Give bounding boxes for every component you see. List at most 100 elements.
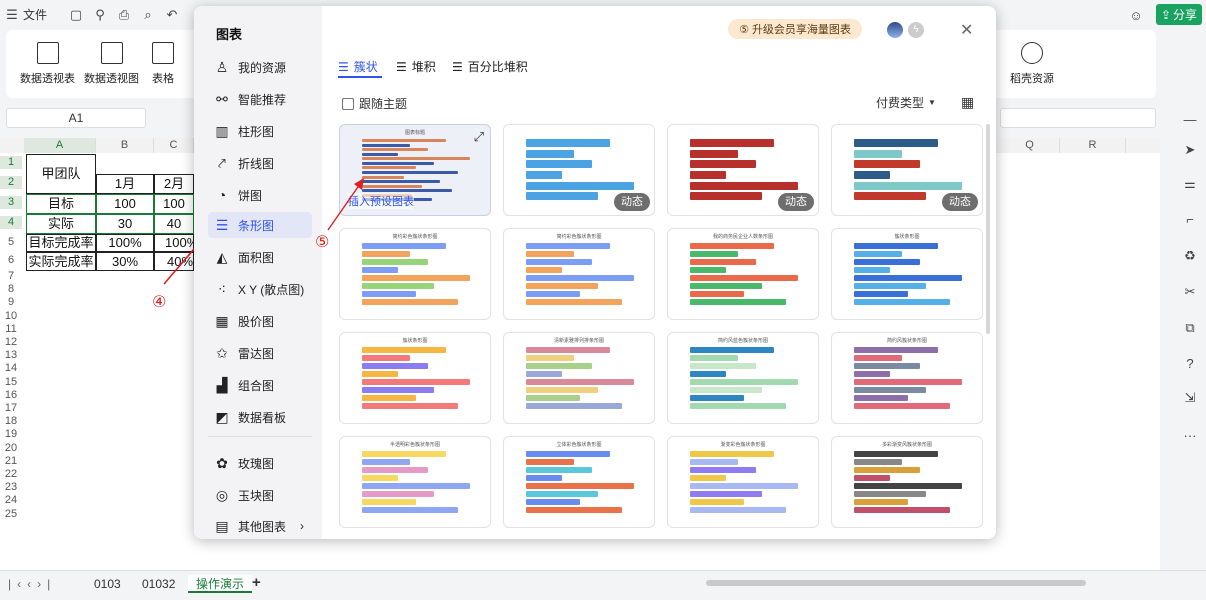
row-header[interactable]: 10 [0,310,22,323]
row-header[interactable]: 7 [0,270,22,283]
table-button[interactable]: 表格 [152,42,174,86]
row-header[interactable]: 12 [0,336,22,349]
row-header[interactable]: 24 [0,494,22,507]
chart-template-thumbnail[interactable]: 简约彩色簇状条形图 [503,228,655,320]
cell-actual-rate[interactable]: 实际完成率 [26,252,96,271]
sidebar-item-smart-recommend[interactable]: ⚯ 智能推荐 [208,86,312,112]
print-icon[interactable]: ⎙ [116,7,132,23]
column-header-r[interactable]: R [1060,138,1126,153]
cell-actual-1[interactable]: 30 [96,214,154,234]
pivot-table-button[interactable]: 数据透视表 [20,42,75,86]
row-header[interactable]: 2 [0,176,22,189]
column-header-q[interactable]: Q [1000,138,1060,153]
print-preview-icon[interactable]: ⌕ [140,7,156,23]
docer-side-icon[interactable]: ♻ [1182,248,1198,264]
row-header[interactable]: 17 [0,402,22,415]
close-icon[interactable]: ✕ [960,20,973,40]
chart-template-thumbnail[interactable]: 渐变彩色簇状条形图 [667,436,819,528]
tab-clustered[interactable]: ☰ 簇状 [338,58,378,75]
more-icon[interactable]: ··· [1182,428,1198,444]
row-header[interactable]: 21 [0,455,22,468]
row-header[interactable]: 5 [0,236,22,249]
row-header[interactable]: 16 [0,389,22,402]
chart-template-thumbnail[interactable]: 立体彩色簇状条形图 [503,436,655,528]
upgrade-button[interactable]: ⑤ 升级会员享海量图表 [728,19,862,39]
cell-target-rate[interactable]: 目标完成率 [26,234,96,252]
share-link-icon[interactable]: ⚲ [92,7,108,23]
name-box[interactable]: A1 [6,108,146,128]
sidebar-item-pie-chart[interactable]: ◔ 饼图 [208,182,312,208]
tab-percent-stacked[interactable]: ☰ 百分比堆积 [452,58,528,75]
paid-type-dropdown[interactable]: 付费类型 ▼ [876,94,936,111]
book-icon[interactable]: ⧉ [1182,320,1198,336]
cell-target-rate-1[interactable]: 100% [96,234,154,252]
cursor-icon[interactable]: ➤ [1182,142,1198,158]
smile-icon[interactable]: ☺ [1128,7,1144,23]
sidebar-item-rose-chart[interactable]: ✿ 玫瑰图 [208,450,312,476]
undo-icon[interactable]: ↶ [164,7,180,23]
row-header[interactable]: 4 [0,216,22,229]
sheet-tab-active[interactable]: 操作演示 [188,575,253,593]
dialog-scrollbar[interactable] [986,124,990,334]
row-header[interactable]: 18 [0,415,22,428]
row-header[interactable]: 6 [0,254,22,267]
chart-template-thumbnail[interactable]: 简约风簇状条形图 [831,332,983,424]
sheet-nav-arrows-icon[interactable]: |‹‹›| [8,577,56,591]
export-icon[interactable]: ⇲ [1182,390,1198,406]
sidebar-item-radar-chart[interactable]: ✩ 雷达图 [208,340,312,366]
tab-stacked[interactable]: ☰ 堆积 [396,58,436,75]
row-header[interactable]: 9 [0,296,22,309]
cell-actual-rate-1[interactable]: 30% [96,252,154,271]
crop-icon[interactable]: ⌐ [1182,212,1198,228]
horizontal-scrollbar[interactable] [706,580,1086,586]
chart-template-thumbnail[interactable]: 簇状条形图 [339,332,491,424]
row-header[interactable]: 20 [0,442,22,455]
sheet-tab-01032[interactable]: 01032 [134,575,183,593]
grid-view-icon[interactable]: ▦ [961,94,974,111]
chart-template-thumbnail[interactable]: 我的商务民企业人数条形图 [667,228,819,320]
cell-month2[interactable]: 2月 [154,174,194,194]
column-header-a[interactable]: A [24,138,96,153]
sidebar-item-jade-chart[interactable]: ◎ 玉块图 [208,482,312,508]
chart-template-thumbnail[interactable]: 清新素雅排列排条形图 [503,332,655,424]
row-header[interactable]: 1 [0,156,22,169]
save-icon[interactable]: ▢ [68,7,84,23]
share-button[interactable]: ⇪ 分享 [1156,4,1202,25]
cell-actual[interactable]: 实际 [26,214,96,234]
row-header[interactable]: 23 [0,481,22,494]
sidebar-item-area-chart[interactable]: ◭ 面积图 [208,244,312,270]
cell-target-1[interactable]: 100 [96,194,154,214]
add-sheet-icon[interactable]: + [252,574,261,591]
expand-icon[interactable]: ⤢ [474,129,484,145]
file-menu[interactable]: ☰ 文件 [4,6,47,23]
row-header[interactable]: 3 [0,196,22,209]
sidebar-item-my-resources[interactable]: ♙ 我的资源 [208,54,312,80]
cell-team[interactable]: 甲团队 [26,154,96,194]
sidebar-item-line-chart[interactable]: ⤤ 折线图 [208,150,312,176]
lightning-icon[interactable]: ϟ [908,22,924,38]
row-header[interactable]: 8 [0,283,22,296]
chart-template-thumbnail[interactable]: 简约彩色簇状条形图 [339,228,491,320]
docer-resources-button[interactable]: 稻壳资源 [1010,42,1054,86]
follow-theme-toggle[interactable]: 跟随主题 [342,95,407,112]
chart-template-thumbnail[interactable]: 动态 [831,124,983,216]
tools-icon[interactable]: ✂ [1182,284,1198,300]
help-icon[interactable]: ? [1182,356,1198,372]
row-header[interactable]: 22 [0,468,22,481]
sidebar-item-bar-chart[interactable]: ☰ 条形图 [208,212,312,238]
chart-template-thumbnail[interactable]: 动态 [503,124,655,216]
pivot-chart-button[interactable]: 数据透视图 [84,42,139,86]
chart-template-thumbnail[interactable]: 简约风蓝色簇状条形图 [667,332,819,424]
row-header[interactable]: 11 [0,323,22,336]
chart-template-thumbnail[interactable]: 多彩渐变风簇状条形图 [831,436,983,528]
formula-bar[interactable] [1000,108,1156,128]
row-header[interactable]: 19 [0,428,22,441]
chart-template-thumbnail[interactable]: 半透明彩色簇状条形图 [339,436,491,528]
cell-target[interactable]: 目标 [26,194,96,214]
chart-template-thumbnail[interactable]: 动态 [667,124,819,216]
sidebar-item-scatter-chart[interactable]: ⁖ X Y (散点图) [208,276,312,302]
follow-theme-checkbox[interactable] [342,97,354,110]
row-header[interactable]: 25 [0,508,22,521]
sidebar-item-other-charts[interactable]: ▤ 其他图表 › [208,513,312,539]
sliders-icon[interactable]: ⚌ [1182,176,1198,192]
